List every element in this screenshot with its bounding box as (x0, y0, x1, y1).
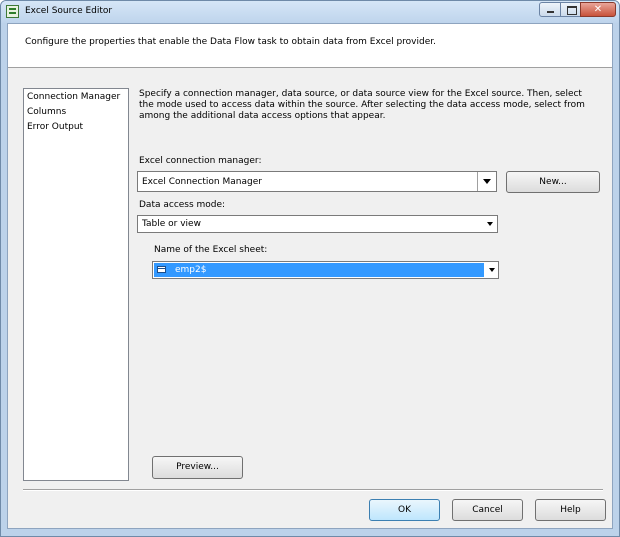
excel-source-editor-window: Excel Source Editor ✕ Configure the prop… (0, 0, 620, 537)
help-button[interactable]: Help (535, 499, 606, 521)
header-panel: Configure the properties that enable the… (8, 24, 612, 68)
title-bar[interactable]: Excel Source Editor ✕ (1, 1, 619, 23)
excel-sheet-label: Name of the Excel sheet: (154, 245, 268, 255)
excel-sheet-selection: emp2$ (154, 263, 484, 277)
nav-item-connection-manager[interactable]: Connection Manager (27, 92, 120, 102)
excel-icon (6, 5, 19, 18)
excel-sheet-combo[interactable]: emp2$ (152, 261, 499, 279)
page-description: Specify a connection manager, data sourc… (139, 89, 585, 121)
connection-manager-label: Excel connection manager: (139, 156, 262, 166)
new-connection-button[interactable]: New... (506, 171, 600, 193)
data-access-mode-value: Table or view (142, 219, 201, 229)
dialog-body: Configure the properties that enable the… (7, 23, 613, 529)
connection-manager-combo[interactable]: Excel Connection Manager (137, 171, 497, 192)
chevron-down-icon (483, 179, 491, 184)
cancel-button[interactable]: Cancel (452, 499, 523, 521)
close-button[interactable]: ✕ (580, 2, 616, 17)
nav-item-error-output[interactable]: Error Output (27, 122, 83, 132)
preview-button[interactable]: Preview... (152, 456, 243, 479)
data-access-mode-combo[interactable]: Table or view (137, 215, 498, 233)
chevron-down-icon (487, 222, 493, 226)
window-title: Excel Source Editor (25, 6, 113, 16)
page-navigation-list: Connection Manager Columns Error Output (23, 88, 129, 481)
minimize-button[interactable] (539, 2, 561, 17)
footer-divider (23, 489, 603, 491)
connection-manager-value: Excel Connection Manager (142, 177, 262, 187)
nav-item-columns[interactable]: Columns (27, 107, 66, 117)
ok-button[interactable]: OK (369, 499, 440, 521)
connection-manager-dropdown-button[interactable] (477, 172, 496, 191)
excel-sheet-value: emp2$ (175, 265, 207, 275)
maximize-icon (567, 6, 577, 15)
data-access-mode-label: Data access mode: (139, 200, 226, 210)
close-icon: ✕ (593, 4, 603, 15)
table-icon (157, 266, 166, 273)
maximize-button[interactable] (560, 2, 581, 17)
minimize-icon (547, 11, 554, 13)
header-description: Configure the properties that enable the… (25, 37, 436, 47)
chevron-down-icon (489, 268, 495, 272)
